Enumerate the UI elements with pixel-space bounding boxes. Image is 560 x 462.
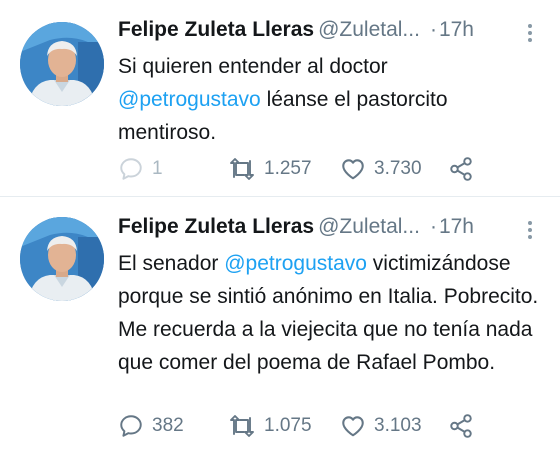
author-name[interactable]: Felipe Zuleta Lleras (118, 215, 314, 238)
timestamp[interactable]: 17h (439, 18, 474, 41)
like-count: 3.103 (374, 415, 422, 436)
like-count: 3.730 (374, 158, 422, 179)
tweet-feed: Felipe Zuleta Lleras @Zuletal... ·17h Si q… (0, 0, 560, 462)
share-icon (450, 157, 472, 181)
share-button[interactable] (448, 153, 474, 185)
author-handle[interactable]: @Zuletal... (318, 215, 420, 238)
tweet-text: El senador @petrogustavo victimizándose … (118, 247, 548, 379)
tweet-actions: 1 1.257 3.730 (118, 153, 548, 185)
retweet-count: 1.075 (264, 415, 312, 436)
tweet-header: Felipe Zuleta Lleras @Zuletal... ·17h (118, 18, 548, 48)
mention-link[interactable]: @petrogustavo (118, 88, 261, 111)
tweet-text-part: Si quieren entender al doctor (118, 55, 388, 78)
like-icon (342, 159, 364, 180)
reply-icon (120, 415, 142, 437)
tweet-header: Felipe Zuleta Lleras @Zuletal... ·17h (118, 215, 548, 245)
retweet-icon (230, 415, 254, 437)
mention-link[interactable]: @petrogustavo (224, 252, 367, 275)
tweet[interactable]: Felipe Zuleta Lleras @Zuletal... ·17h Si q… (0, 0, 560, 196)
reply-count: 1 (152, 158, 163, 179)
author-name[interactable]: Felipe Zuleta Lleras (118, 18, 314, 41)
author-handle[interactable]: @Zuletal... (318, 18, 420, 41)
more-options-icon[interactable] (526, 22, 534, 42)
tweet-text-part: El senador (118, 252, 225, 275)
reply-count: 382 (152, 415, 184, 436)
like-button[interactable]: 3.103 (340, 410, 422, 442)
separator-dot: · (429, 215, 437, 238)
timestamp[interactable]: 17h (439, 215, 474, 238)
retweet-icon (230, 158, 254, 180)
reply-icon (120, 158, 142, 180)
retweet-button[interactable]: 1.075 (228, 410, 312, 442)
avatar[interactable] (20, 22, 104, 106)
avatar[interactable] (20, 217, 104, 301)
retweet-count: 1.257 (264, 158, 312, 179)
share-button[interactable] (448, 410, 474, 442)
reply-button[interactable]: 382 (118, 410, 184, 442)
reply-button[interactable]: 1 (118, 153, 163, 185)
share-icon (450, 414, 472, 438)
tweet-actions: 382 1.075 3.103 (118, 410, 548, 442)
like-button[interactable]: 3.730 (340, 153, 422, 185)
separator-dot: · (429, 18, 437, 41)
tweet-text: Si quieren entender al doctor @petrogust… (118, 50, 548, 149)
more-options-icon[interactable] (526, 219, 534, 239)
retweet-button[interactable]: 1.257 (228, 153, 312, 185)
like-icon (342, 416, 364, 437)
tweet[interactable]: Felipe Zuleta Lleras @Zuletal... ·17h El s… (0, 197, 560, 462)
